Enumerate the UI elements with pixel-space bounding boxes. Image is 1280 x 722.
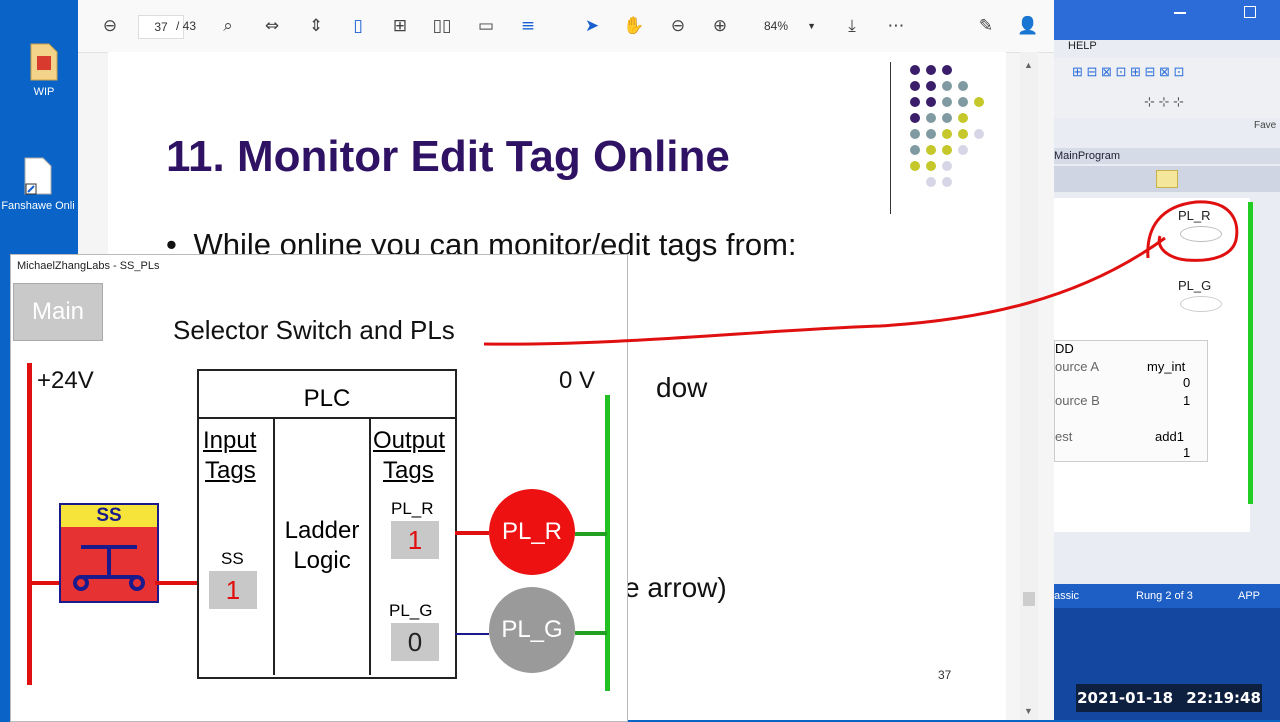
annotation-arrow xyxy=(483,200,1239,346)
clock-time: 22:19:48 xyxy=(1186,689,1261,707)
taskbar-clock[interactable]: 2021-01-18 22:19:48 xyxy=(1076,684,1262,712)
clock-date: 2021-01-18 xyxy=(1077,689,1174,707)
